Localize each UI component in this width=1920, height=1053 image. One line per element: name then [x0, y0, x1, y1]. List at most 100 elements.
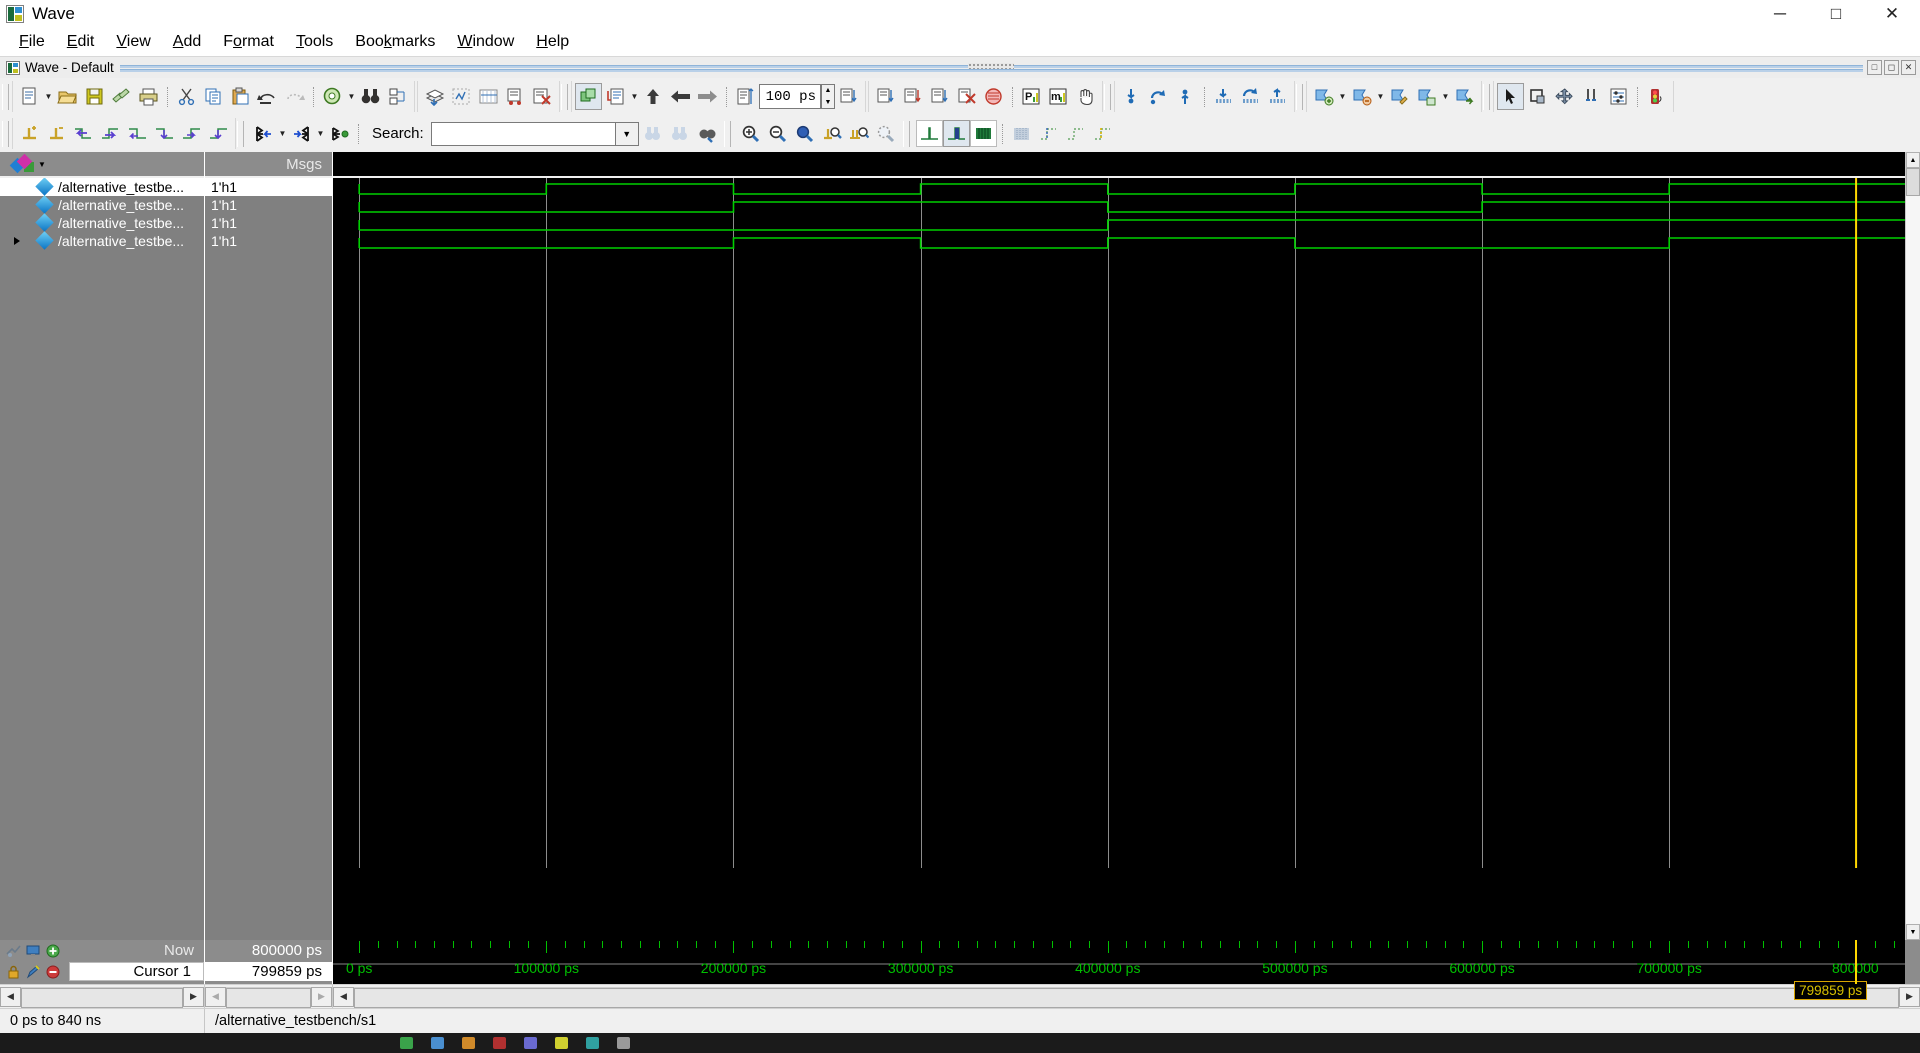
edge-plain-icon[interactable]	[1062, 120, 1089, 147]
time-ruler[interactable]: 0 ps 100000 ps 200000 ps 300000 ps 400000 ps…	[333, 940, 1905, 1000]
undo-arrow-icon[interactable]	[254, 83, 281, 110]
waveform-vertical-scrollbar[interactable]: ▲ ▼	[1905, 152, 1920, 940]
reload-icon[interactable]	[108, 83, 135, 110]
values-hscrollbar[interactable]: ◀ ▶	[205, 985, 333, 1008]
vertical-scroll-thumb[interactable]	[1906, 168, 1920, 196]
step-over-icon[interactable]	[872, 83, 899, 110]
find-first-marker-icon[interactable]	[1210, 83, 1237, 110]
search-input[interactable]	[430, 121, 616, 146]
break-icon[interactable]	[953, 83, 980, 110]
minimize-button[interactable]: ─	[1752, 0, 1808, 27]
toolbar-grip-4[interactable]	[1296, 83, 1303, 110]
properties-icon[interactable]	[384, 83, 411, 110]
wave-bus-icon[interactable]	[969, 120, 997, 147]
taskbar-item-1[interactable]	[400, 1037, 413, 1049]
chevron-down-icon[interactable]: ▼	[615, 121, 639, 146]
move-cursor-icon[interactable]	[1551, 83, 1578, 110]
values-scroll-thumb[interactable]	[226, 987, 311, 1008]
redo-arrow-icon[interactable]	[281, 83, 308, 110]
toolbar-grip-5[interactable]	[1483, 83, 1490, 110]
delete-cursor-icon[interactable]	[43, 120, 70, 147]
find-next-marker-icon[interactable]	[1237, 83, 1264, 110]
hand-pan-icon[interactable]	[1072, 83, 1099, 110]
remove-list-icon[interactable]	[529, 83, 556, 110]
edit-next-edge-icon[interactable]	[97, 120, 124, 147]
zoom-out-icon[interactable]	[764, 120, 791, 147]
open-folder-icon[interactable]	[54, 83, 81, 110]
search-next-icon[interactable]	[666, 120, 693, 147]
expand-time-icon[interactable]	[250, 120, 277, 147]
debug-cart-icon[interactable]	[502, 83, 529, 110]
bookmark-remove-icon[interactable]	[1348, 83, 1375, 110]
scroll-down-button[interactable]: ▼	[1906, 924, 1920, 940]
menu-item-window[interactable]: Window	[446, 30, 525, 54]
edit-prev-edge-icon[interactable]	[70, 120, 97, 147]
edit-move-right-icon[interactable]	[205, 120, 232, 147]
wave-scroll-track[interactable]	[354, 986, 1899, 1008]
run-length-icon[interactable]	[732, 83, 759, 110]
new-dropdown-arrow-icon[interactable]: ▼	[43, 83, 54, 110]
close-pane-button[interactable]: ✕	[1901, 60, 1916, 75]
find-prev-icon[interactable]	[1172, 83, 1199, 110]
restart-dropdown-arrow-icon[interactable]: ▼	[629, 83, 640, 110]
wave-filled-icon[interactable]	[942, 120, 970, 147]
grid-waves-icon[interactable]	[475, 83, 502, 110]
copy-icon[interactable]	[200, 83, 227, 110]
cursor-name-field[interactable]: Cursor 1	[69, 962, 204, 981]
cursor-value[interactable]: 799859 ps	[205, 962, 332, 981]
select-arrow-icon[interactable]	[1497, 83, 1524, 110]
zoom-rect-icon[interactable]	[1524, 83, 1551, 110]
menu-item-edit[interactable]: Edit	[56, 30, 106, 54]
zoom-last-icon[interactable]	[872, 120, 899, 147]
wave-scroll-thumb[interactable]	[354, 987, 1899, 1008]
restart-icon[interactable]	[602, 83, 629, 110]
search-options-icon[interactable]	[693, 120, 720, 147]
expand-all-icon[interactable]	[326, 120, 353, 147]
menu-item-help[interactable]: Help	[525, 30, 580, 54]
zoom-full-icon[interactable]	[791, 120, 818, 147]
edit-stretch-left-icon[interactable]	[124, 120, 151, 147]
signal-row-2[interactable]: /alternative_testbe...	[0, 213, 204, 232]
edit-stretch-right-icon[interactable]	[178, 120, 205, 147]
zoom-now-icon[interactable]	[6, 944, 21, 958]
run-back-arrow-icon[interactable]	[667, 83, 694, 110]
taskbar-item-6[interactable]	[555, 1037, 568, 1049]
chevron-down-icon[interactable]: ▼	[38, 160, 46, 169]
run-length-input[interactable]: 100 ps	[759, 84, 821, 109]
compile-stack-icon[interactable]	[421, 83, 448, 110]
run-up-arrow-icon[interactable]	[640, 83, 667, 110]
menu-item-file[interactable]: File	[8, 30, 56, 54]
wave-single-icon[interactable]	[915, 120, 943, 147]
menu-item-add[interactable]: Add	[162, 30, 212, 54]
toolbar-grip-2[interactable]	[561, 83, 568, 110]
scissors-cut-icon[interactable]	[173, 83, 200, 110]
taskbar-item-5[interactable]	[524, 1037, 537, 1049]
grid-dotted-icon[interactable]	[1008, 120, 1035, 147]
zoom-range-icon[interactable]	[845, 120, 872, 147]
edge-yellow-icon[interactable]	[1089, 120, 1116, 147]
menu-item-format[interactable]: Format	[212, 30, 285, 54]
taskbar-item-7[interactable]	[586, 1037, 599, 1049]
printer-icon[interactable]	[135, 83, 162, 110]
group-objects-icon[interactable]	[575, 83, 602, 110]
waveform-canvas[interactable]	[333, 178, 1905, 940]
signal-row-1[interactable]: /alternative_testbe...	[0, 195, 204, 214]
pane-grip[interactable]	[968, 63, 1015, 72]
signal-row-0[interactable]: /alternative_testbe...	[0, 178, 204, 196]
values-scroll-track[interactable]	[226, 986, 311, 1008]
toolbar2-grip-1[interactable]	[2, 120, 9, 147]
names-hscrollbar[interactable]: ◀ ▶	[0, 985, 205, 1008]
break-red-icon[interactable]	[980, 83, 1007, 110]
bookmark-save-dropdown-arrow-icon[interactable]: ▼	[1440, 83, 1451, 110]
run-forward-arrow-icon[interactable]	[694, 83, 721, 110]
bookmark-save-icon[interactable]	[1413, 83, 1440, 110]
menu-item-tools[interactable]: Tools	[285, 30, 344, 54]
pane-drag-rail[interactable]	[119, 63, 1864, 72]
collapse-time-icon[interactable]	[288, 120, 315, 147]
expand-dropdown-arrow-icon[interactable]: ▼	[277, 120, 288, 147]
add-cursor-green-icon[interactable]	[46, 944, 61, 958]
step-into-icon[interactable]	[835, 83, 862, 110]
bookmark-add-dropdown-arrow-icon[interactable]: ▼	[1337, 83, 1348, 110]
names-scroll-track[interactable]	[21, 986, 183, 1008]
zoom-in-icon[interactable]	[737, 120, 764, 147]
